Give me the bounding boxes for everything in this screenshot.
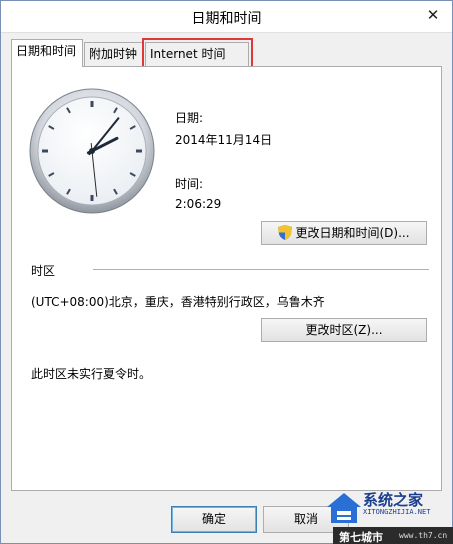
watermark-bar-left: 第七城市 [339, 531, 383, 544]
watermark-subtitle: XITONGZHIJIA.NET [363, 508, 431, 516]
dialog-window: 日期和时间 ✕ 日期和时间 附加时钟 Internet 时间 日期: 2014年… [0, 0, 453, 544]
date-label: 日期: [175, 111, 204, 125]
time-label: 时间: [175, 177, 204, 191]
watermark-title: 系统之家 [363, 491, 424, 509]
time-value: 2:06:29 [175, 197, 222, 211]
uac-shield-icon [278, 225, 293, 240]
tab-date-time[interactable]: 日期和时间 [11, 39, 83, 67]
change-date-time-label: 更改日期和时间(D)... [295, 226, 410, 240]
date-value: 2014年11月14日 [175, 133, 273, 147]
change-timezone-button[interactable]: 更改时区(Z)... [261, 318, 427, 342]
watermark-logo: 系统之家 XITONGZHIJIA.NET 第七城市 www.th7.cn [313, 483, 453, 544]
dst-note: 此时区未实行夏令时。 [31, 367, 152, 381]
ok-button[interactable]: 确定 [171, 506, 257, 533]
house-logo-icon [327, 493, 361, 523]
window-title: 日期和时间 [191, 11, 262, 27]
timezone-divider [93, 269, 429, 270]
analog-clock [29, 88, 155, 214]
tab-panel: 日期: 2014年11月14日 时间: 2:06:29 更改日期和时间(D)..… [11, 66, 442, 491]
timezone-value: (UTC+08:00)北京，重庆，香港特别行政区，乌鲁木齐 [31, 295, 325, 309]
watermark-bar-right: www.th7.cn [399, 531, 448, 540]
title-bar: 日期和时间 ✕ [1, 1, 452, 33]
tab-additional-clocks[interactable]: 附加时钟 [84, 42, 144, 66]
close-button[interactable]: ✕ [420, 4, 446, 26]
watermark-bar: 第七城市 www.th7.cn [333, 527, 453, 544]
timezone-section-label: 时区 [31, 264, 56, 278]
change-date-time-button[interactable]: 更改日期和时间(D)... [261, 221, 427, 245]
